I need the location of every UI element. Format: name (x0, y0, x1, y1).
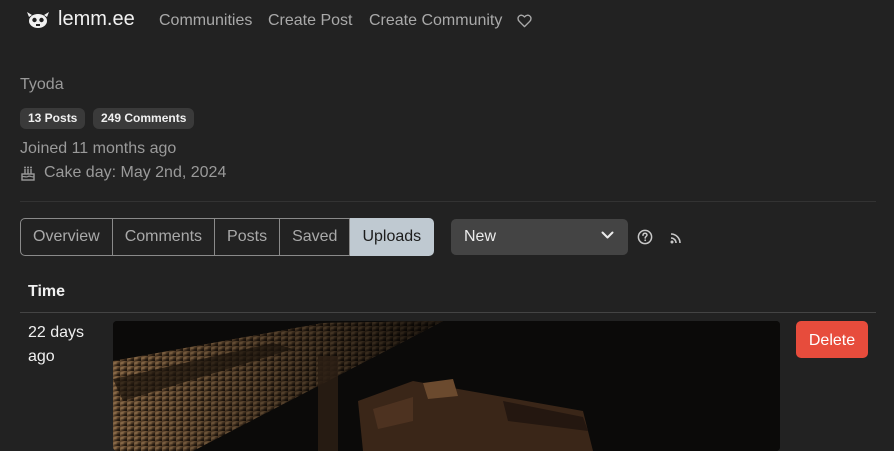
table-header-time: Time (28, 283, 66, 300)
sort-select[interactable]: New (451, 219, 628, 255)
table-divider (20, 312, 876, 313)
chevron-down-icon (601, 231, 614, 239)
posts-count-badge: 13 Posts (20, 108, 86, 129)
tab-comments[interactable]: Comments (112, 218, 216, 256)
brand-name: lemm.ee (58, 8, 135, 30)
cake-day: Cake day: May 2nd, 2024 (20, 164, 226, 182)
cake-day-text: Cake day: May 2nd, 2024 (44, 164, 227, 181)
nav-link-communities[interactable]: Communities (159, 12, 252, 30)
profile-tabs: Overview Comments Posts Saved Uploads (20, 218, 435, 256)
help-icon[interactable] (637, 229, 653, 245)
divider (20, 201, 876, 202)
tab-saved[interactable]: Saved (280, 218, 351, 256)
brand-link[interactable]: lemm.ee (26, 8, 135, 31)
tab-overview[interactable]: Overview (20, 218, 113, 256)
sort-select-value: New (464, 228, 497, 245)
profile-username: Tyoda (20, 76, 64, 93)
comments-count-badge: 249 Comments (93, 108, 195, 129)
joined-date: Joined 11 months ago (20, 140, 177, 157)
heart-icon[interactable] (517, 14, 532, 28)
cake-icon (21, 166, 35, 181)
tab-posts[interactable]: Posts (215, 218, 281, 256)
nav-link-create-community[interactable]: Create Community (369, 12, 502, 30)
upload-image[interactable] (113, 321, 780, 451)
delete-button[interactable]: Delete (796, 321, 868, 358)
nav-link-create-post[interactable]: Create Post (268, 12, 352, 30)
top-navbar: lemm.ee Communities Create Post Create C… (0, 0, 894, 44)
rss-icon[interactable] (670, 232, 682, 244)
lemmy-logo-icon (27, 11, 49, 28)
upload-image-content (113, 321, 780, 451)
upload-time: 22 days ago (28, 324, 85, 365)
tab-uploads[interactable]: Uploads (350, 218, 435, 256)
